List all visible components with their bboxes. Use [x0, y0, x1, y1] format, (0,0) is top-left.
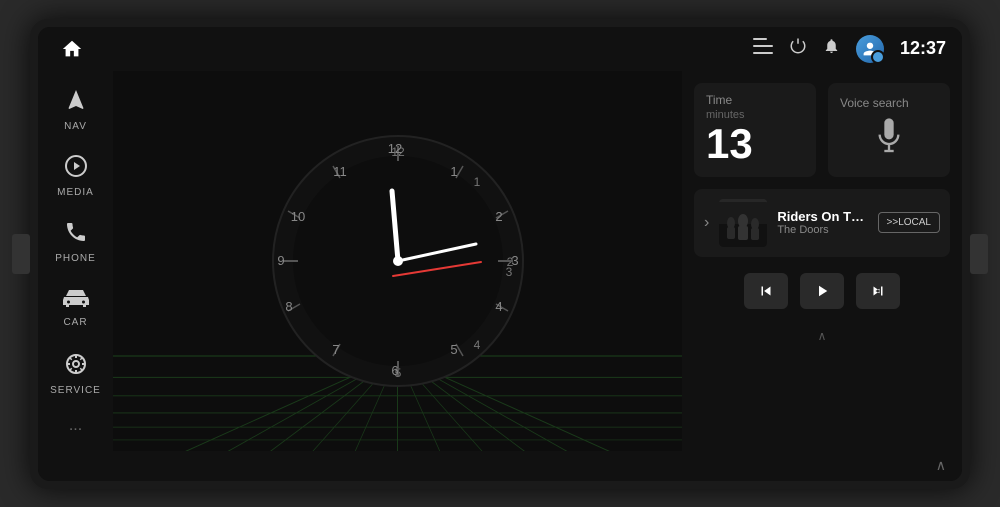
voice-search-widget[interactable]: Voice search [828, 83, 950, 177]
chevron-up-icon[interactable]: ∧ [818, 329, 827, 343]
track-info: Riders On The Storm The Doors [777, 209, 867, 236]
local-button[interactable]: >>LOCAL [878, 212, 940, 233]
mount-left [12, 234, 30, 274]
power-icon[interactable] [789, 37, 807, 60]
svg-text:9: 9 [277, 253, 284, 268]
album-art [719, 199, 767, 247]
more-button[interactable]: ... [61, 409, 90, 443]
microphone-icon[interactable] [875, 118, 903, 164]
bell-icon[interactable] [823, 37, 840, 60]
car-icon [62, 288, 90, 314]
sidebar-item-car[interactable]: CAR [43, 277, 108, 339]
info-row: Time minutes 13 Voice search [694, 83, 950, 177]
sidebar-item-media[interactable]: MEDIA [43, 145, 108, 207]
voice-search-title: Voice search [840, 96, 909, 110]
svg-text:7: 7 [332, 342, 339, 357]
play-button[interactable] [800, 273, 844, 309]
service-icon [64, 352, 88, 382]
time-widget-subtitle: minutes [706, 109, 804, 121]
analog-clock: 12 1 2 3 4 5 [268, 131, 528, 391]
media-icon [64, 154, 88, 184]
svg-text:11: 11 [333, 164, 347, 179]
time-widget-value: 13 [706, 121, 804, 167]
sidebar-item-service[interactable]: SERVICE [43, 343, 108, 405]
player-controls [694, 269, 950, 313]
time-widget-title: Time [706, 93, 804, 107]
sidebar-item-phone-label: PHONE [55, 253, 96, 264]
svg-text:10: 10 [290, 209, 304, 224]
svg-text:3: 3 [511, 253, 518, 268]
prev-button[interactable] [744, 273, 788, 309]
sidebar-item-service-label: SERVICE [50, 385, 101, 396]
sidebar-item-media-label: MEDIA [57, 187, 94, 198]
svg-text:12: 12 [387, 141, 401, 156]
sidebar-item-nav-label: NAV [64, 121, 87, 132]
user-avatar[interactable] [856, 35, 884, 63]
svg-text:8: 8 [285, 299, 292, 314]
svg-text:1: 1 [450, 164, 457, 179]
sidebar-item-nav[interactable]: NAV [43, 79, 108, 141]
sidebar: NAV MEDIA [38, 71, 113, 451]
top-bar-icons [753, 35, 884, 63]
sidebar-item-car-label: CAR [63, 317, 87, 328]
album-art-inner [719, 199, 767, 247]
track-artist: The Doors [777, 224, 867, 236]
expand-button[interactable]: › [704, 214, 709, 232]
svg-text:6: 6 [391, 363, 398, 378]
bottom-bar: ∧ [38, 451, 962, 481]
clock-area: 12 1 2 3 4 5 [113, 71, 682, 451]
sidebar-item-phone[interactable]: PHONE [43, 211, 108, 273]
screen: 12:37 NAV [38, 27, 962, 481]
chevron-up-button[interactable]: ∧ [936, 457, 946, 474]
now-playing: › [694, 189, 950, 257]
track-title: Riders On The Storm [777, 209, 867, 224]
car-infotainment-device: 12:37 NAV [30, 19, 970, 489]
right-panel: Time minutes 13 Voice search [682, 71, 962, 451]
svg-text:5: 5 [450, 342, 457, 357]
top-bar: 12:37 [38, 27, 962, 71]
menu-icon[interactable] [753, 38, 773, 59]
next-button[interactable] [856, 273, 900, 309]
svg-text:1: 1 [473, 175, 480, 189]
nav-icon [64, 88, 88, 118]
svg-text:4: 4 [495, 299, 502, 314]
main-content: NAV MEDIA [38, 71, 962, 451]
svg-text:2: 2 [495, 209, 502, 224]
phone-icon [64, 220, 88, 250]
time-widget: Time minutes 13 [694, 83, 816, 177]
clock-display: 12:37 [900, 38, 946, 59]
svg-text:4: 4 [473, 338, 480, 352]
more-dots: ... [69, 417, 82, 434]
home-button[interactable] [54, 31, 90, 67]
mount-right [970, 234, 988, 274]
bottom-chevron-right: ∧ [694, 325, 950, 347]
